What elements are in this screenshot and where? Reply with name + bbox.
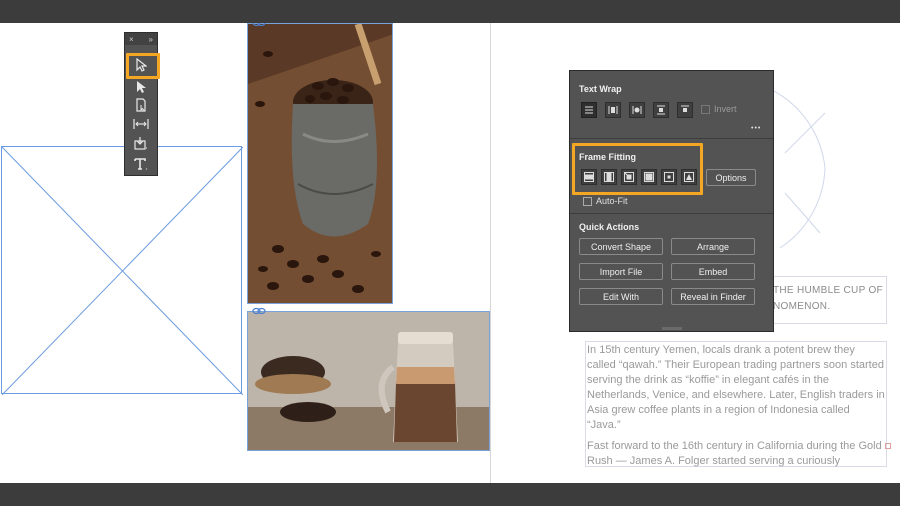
embed-button[interactable]: Embed	[671, 263, 755, 280]
body-paragraph: In 15th century Yemen, locals drank a po…	[587, 344, 885, 431]
body-paragraph: Fast forward to the 16th century in Cali…	[587, 440, 882, 467]
panel-resize-grip[interactable]	[662, 327, 682, 330]
jump-object-icon	[657, 105, 665, 115]
quick-actions-title: Quick Actions	[579, 222, 640, 232]
import-file-button[interactable]: Import File	[579, 263, 663, 280]
article-body: In 15th century Yemen, locals drank a po…	[587, 343, 885, 475]
overset-text-indicator[interactable]	[885, 443, 891, 449]
page-spine	[490, 23, 491, 483]
direct-selection-tool-icon	[137, 81, 146, 93]
application-top-bar	[0, 0, 900, 23]
wrap-bounding-box-button[interactable]	[605, 102, 621, 118]
link-icon	[252, 23, 266, 27]
edit-with-button[interactable]: Edit With	[579, 288, 663, 305]
panel-separator	[570, 213, 773, 214]
collapse-icon[interactable]: »	[149, 35, 153, 44]
auto-fit-checkbox[interactable]	[583, 197, 592, 206]
properties-panel: Text Wrap Invert ••• Frame Fitting Optio…	[569, 70, 774, 332]
article-heading: THE HUMBLE CUP OF NOMENON.	[773, 285, 883, 312]
link-icon	[252, 307, 266, 315]
invert-checkbox[interactable]	[701, 105, 710, 114]
selection-tool-highlight	[126, 53, 160, 79]
no-text-wrap-button[interactable]	[581, 102, 597, 118]
text-wrap-title: Text Wrap	[579, 84, 622, 94]
iced-coffee-photo-frame[interactable]	[247, 311, 490, 451]
page-tool-button[interactable]	[129, 95, 153, 115]
wrap-bounding-box-icon	[608, 106, 618, 114]
more-options-icon[interactable]: •••	[751, 125, 761, 132]
type-tool-button[interactable]	[129, 154, 153, 174]
content-collector-icon	[134, 137, 147, 150]
convert-shape-button[interactable]: Convert Shape	[579, 238, 663, 255]
arrange-button[interactable]: Arrange	[671, 238, 755, 255]
wrap-object-shape-button[interactable]	[629, 102, 645, 118]
reveal-in-finder-button[interactable]: Reveal in Finder	[671, 288, 755, 305]
wrap-object-shape-icon	[632, 106, 642, 114]
jump-object-button[interactable]	[653, 102, 669, 118]
auto-fit-label: Auto-Fit	[596, 196, 628, 206]
application-bottom-bar	[0, 483, 900, 506]
direct-selection-tool-button[interactable]	[129, 77, 153, 97]
tools-panel-header: × »	[125, 33, 157, 45]
gap-tool-button[interactable]	[129, 114, 153, 134]
frame-fitting-options-button[interactable]: Options	[706, 169, 756, 186]
coffee-pot-photo-frame[interactable]	[247, 23, 393, 304]
jump-to-next-column-button[interactable]	[677, 102, 693, 118]
invert-label: Invert	[714, 104, 737, 114]
type-tool-icon	[134, 158, 147, 170]
page-tool-icon	[136, 98, 146, 112]
gap-tool-icon	[133, 119, 149, 129]
empty-graphic-frame[interactable]	[1, 146, 243, 395]
content-collector-tool-button[interactable]	[129, 133, 153, 153]
jump-to-next-column-icon	[681, 105, 689, 112]
no-wrap-icon	[585, 106, 593, 114]
close-icon[interactable]: ×	[129, 35, 134, 44]
panel-separator	[570, 138, 773, 139]
frame-fitting-highlight	[572, 143, 703, 195]
